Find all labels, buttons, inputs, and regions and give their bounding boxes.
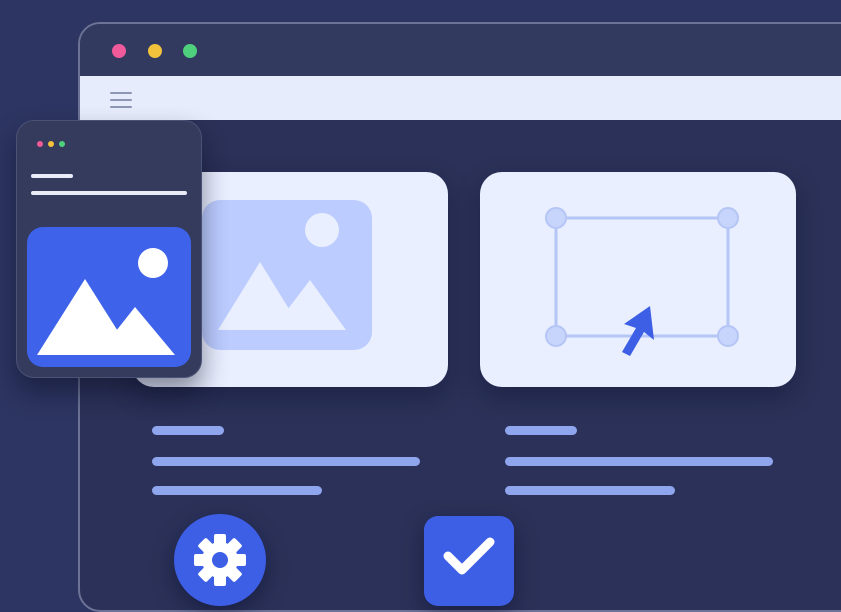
floating-mini-window[interactable] [16,120,202,378]
text-line [152,426,224,435]
nav-bar [80,76,841,120]
selection-card[interactable] [480,172,796,387]
confirm-button[interactable] [424,516,514,606]
minimize-dot [48,141,54,147]
text-line [31,174,73,178]
text-line [152,486,322,495]
maximize-dot[interactable] [183,44,197,58]
text-line [505,426,577,435]
minimize-dot[interactable] [148,44,162,58]
image-icon [27,227,191,367]
maximize-dot [59,141,65,147]
gear-icon [194,534,246,586]
close-dot [37,141,43,147]
text-line [505,486,675,495]
checkmark-icon [443,537,495,575]
text-line [505,457,773,466]
text-line [152,457,420,466]
text-line [31,191,187,195]
hamburger-icon[interactable] [110,92,132,108]
close-dot[interactable] [112,44,126,58]
title-bar [80,24,841,76]
pointer-cursor-icon [622,306,654,356]
settings-button[interactable] [174,514,266,606]
